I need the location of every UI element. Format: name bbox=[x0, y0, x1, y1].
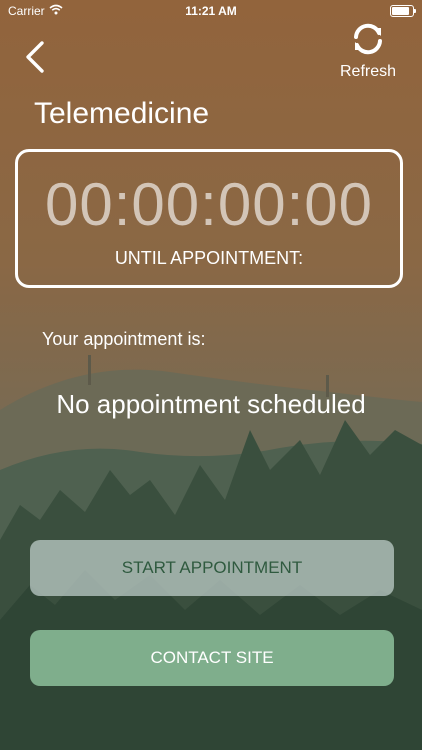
countdown-timer: 00:00:00:00 bbox=[45, 171, 373, 238]
back-button[interactable] bbox=[22, 40, 48, 74]
refresh-button[interactable]: Refresh bbox=[336, 22, 400, 80]
start-appointment-label: START APPOINTMENT bbox=[121, 558, 303, 577]
refresh-label: Refresh bbox=[339, 63, 397, 80]
page-title: Telemedicine bbox=[34, 97, 210, 130]
status-time: 11:21 AM bbox=[185, 4, 237, 18]
start-appointment-button[interactable]: START APPOINTMENT bbox=[30, 540, 394, 596]
battery-icon bbox=[390, 5, 416, 17]
countdown-panel: 00:00:00:00 UNTIL APPOINTMENT: bbox=[15, 149, 403, 288]
battery-level bbox=[392, 7, 410, 15]
contact-site-label: CONTACT SITE bbox=[150, 648, 274, 667]
refresh-icon bbox=[354, 23, 382, 55]
status-bar: Carrier 11:21 AM bbox=[0, 0, 422, 22]
appointment-value: No appointment scheduled bbox=[56, 389, 366, 419]
contact-site-button[interactable]: CONTACT SITE bbox=[30, 630, 394, 686]
countdown-caption: UNTIL APPOINTMENT: bbox=[114, 248, 304, 268]
chevron-left-icon bbox=[26, 41, 44, 73]
appointment-label: Your appointment is: bbox=[42, 329, 206, 349]
